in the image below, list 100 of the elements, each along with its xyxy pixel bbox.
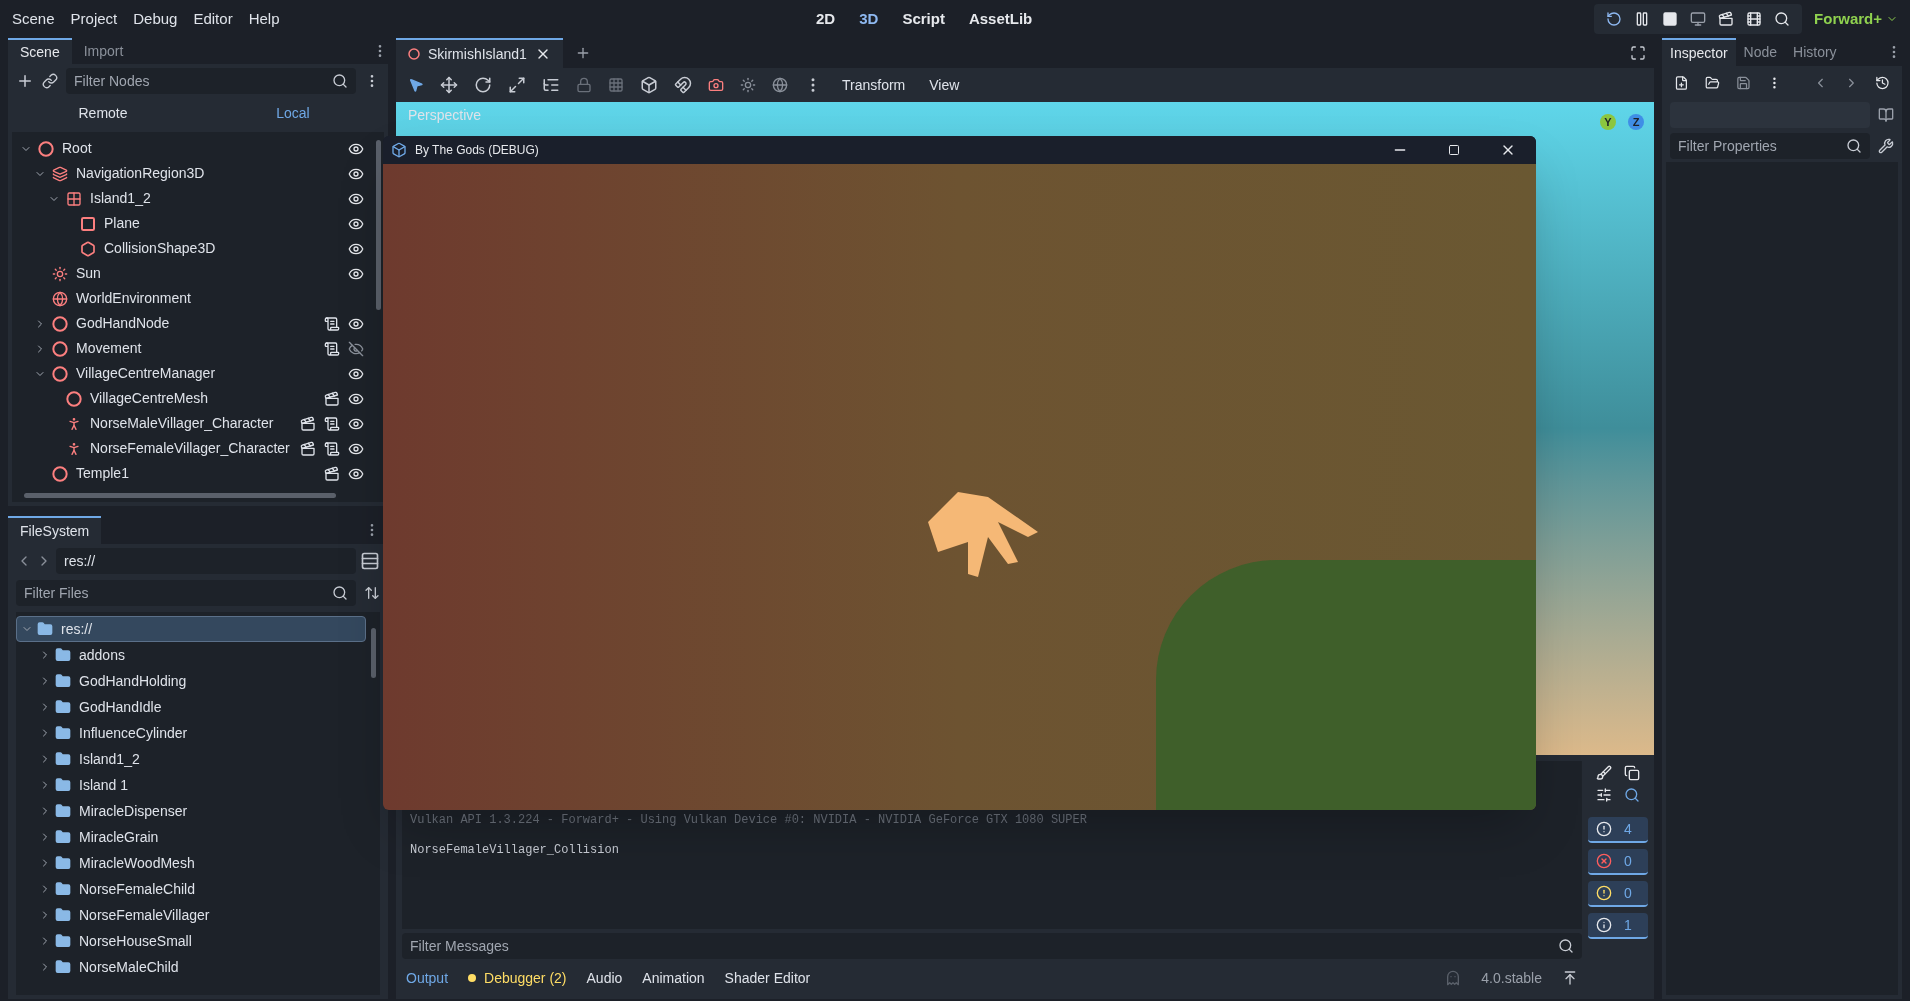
log-filter-button[interactable]: 1 — [1588, 913, 1648, 939]
local-space-icon[interactable] — [640, 76, 658, 94]
stop-icon[interactable] — [1662, 11, 1679, 27]
file-tree-item[interactable]: Island1_2 — [16, 746, 366, 772]
camera-icon[interactable] — [708, 77, 724, 93]
mode-tab[interactable]: Remote — [8, 102, 198, 124]
open-folder-icon[interactable] — [1704, 75, 1720, 91]
file-tree-item[interactable]: MiracleDispenser — [16, 798, 366, 824]
workspace-button[interactable]: Script — [898, 7, 949, 31]
node-label[interactable]: Movement — [76, 338, 142, 359]
menu-item[interactable]: Project — [70, 7, 118, 31]
file-tree-item[interactable]: InfluenceCylinder — [16, 720, 366, 746]
bottom-panel-tab[interactable]: Output — [406, 967, 449, 989]
axis-gizmo-handle[interactable]: Y — [1600, 114, 1616, 130]
scene-instance-icon[interactable] — [324, 465, 340, 482]
node-label[interactable]: VillageCentreMesh — [90, 388, 209, 409]
file-tree-item[interactable]: NorseHouseSmall — [16, 928, 366, 954]
play-scene-icon[interactable] — [1718, 11, 1735, 27]
file-tree-item[interactable]: addons — [16, 642, 366, 668]
file-tree-item[interactable]: NorseMaleChild — [16, 954, 366, 980]
workspace-button[interactable]: 2D — [812, 7, 840, 31]
sun-preview-icon[interactable] — [740, 77, 756, 93]
file-tree-item[interactable]: NorseFemaleVillager — [16, 902, 366, 928]
scrollbar[interactable] — [376, 140, 381, 310]
log-filter-button[interactable]: 4 — [1588, 817, 1648, 843]
node-label[interactable]: Temple1 — [76, 463, 129, 484]
scrollbar[interactable] — [24, 493, 336, 498]
mode-tab[interactable]: Local — [198, 102, 388, 124]
node-label[interactable]: WorldEnvironment — [76, 288, 191, 309]
bottom-panel-tab[interactable]: Shader Editor — [724, 967, 811, 989]
dock-tab[interactable]: Node — [1735, 38, 1786, 66]
tools-icon[interactable] — [1878, 138, 1894, 154]
file-tree-item[interactable]: MiracleWoodMesh — [16, 850, 366, 876]
maximize-icon[interactable] — [1448, 144, 1460, 156]
node-label[interactable]: VillageCentreManager — [76, 363, 216, 384]
new-resource-icon[interactable] — [1674, 75, 1689, 91]
documentation-icon[interactable] — [1878, 107, 1894, 123]
copy-icon[interactable] — [1624, 765, 1640, 781]
renderer-selector[interactable]: Forward+ — [1814, 7, 1882, 31]
bottom-panel-tab[interactable]: Audio — [586, 967, 623, 989]
script-icon[interactable] — [324, 315, 340, 332]
fullscreen-icon[interactable] — [1630, 45, 1646, 61]
file-tree-item[interactable]: Island 1 — [16, 772, 366, 798]
environment-preview-icon[interactable] — [772, 77, 788, 93]
select-tool-icon[interactable] — [408, 77, 424, 93]
filter-field[interactable]: Filter Properties — [1670, 133, 1870, 159]
node-label[interactable]: Plane — [104, 213, 140, 234]
script-icon[interactable] — [324, 340, 340, 357]
dock-tab[interactable]: Import — [71, 38, 136, 64]
node-label[interactable]: GodHandNode — [76, 313, 170, 334]
path-field[interactable]: res:// — [56, 548, 356, 574]
workspace-button[interactable]: 3D — [855, 7, 883, 31]
log-filter-button[interactable]: 0 — [1588, 849, 1648, 875]
filter-field[interactable]: Filter Messages — [402, 933, 1582, 959]
add-node-icon[interactable] — [16, 72, 34, 90]
list-select-icon[interactable] — [542, 76, 560, 94]
remote-debug-icon[interactable] — [1690, 11, 1707, 27]
scene-instance-icon[interactable] — [300, 440, 316, 457]
hidden-visibility-icon[interactable] — [348, 340, 364, 357]
node-label[interactable]: NorseMaleVillager_Character — [90, 413, 274, 434]
filter-field[interactable]: Filter Nodes — [66, 68, 356, 94]
expand-panel-icon[interactable] — [1562, 970, 1578, 986]
node-label[interactable]: Sun — [76, 263, 101, 284]
collapse-icon[interactable] — [1596, 787, 1612, 803]
node-label[interactable]: Island1_2 — [90, 188, 151, 209]
rotate-tool-icon[interactable] — [474, 76, 492, 94]
scrollbar[interactable] — [371, 628, 376, 678]
script-icon[interactable] — [324, 415, 340, 432]
axis-gizmo-handle[interactable]: Z — [1628, 114, 1644, 130]
file-tree-item[interactable]: GodHandIdle — [16, 694, 366, 720]
dock-tab[interactable]: Inspector — [1662, 38, 1736, 66]
node-label[interactable]: NorseFemaleVillager_Character — [90, 438, 290, 459]
search-icon[interactable] — [1624, 787, 1640, 803]
node-label[interactable]: CollisionShape3D — [104, 238, 216, 259]
file-tree-item[interactable]: res:// — [16, 616, 366, 642]
menu-item[interactable]: Debug — [133, 7, 178, 31]
lock-icon[interactable] — [576, 77, 592, 93]
node-label[interactable]: NavigationRegion3D — [76, 163, 205, 184]
snap-icon[interactable] — [674, 76, 692, 94]
toolbar-menu[interactable]: View — [925, 74, 964, 96]
bottom-panel-tab[interactable]: Animation — [642, 967, 705, 989]
view-mode-icon[interactable] — [360, 551, 380, 571]
workspace-button[interactable]: AssetLib — [964, 7, 1037, 31]
move-tool-icon[interactable] — [440, 76, 458, 94]
dock-tab[interactable]: History — [1785, 38, 1845, 66]
clear-icon[interactable] — [1596, 765, 1612, 781]
toolbar-menu[interactable]: Transform — [838, 74, 910, 96]
sort-icon[interactable] — [364, 585, 380, 601]
menu-item[interactable]: Editor — [193, 7, 233, 31]
history-icon[interactable] — [1875, 75, 1890, 91]
scale-tool-icon[interactable] — [508, 76, 526, 94]
dock-tab[interactable]: Scene — [8, 38, 72, 64]
editor-document-tab[interactable]: SkirmishIsland1 — [396, 38, 563, 68]
save-icon[interactable] — [1735, 75, 1751, 91]
log-filter-button[interactable]: 0 — [1588, 881, 1648, 907]
menu-item[interactable]: Scene — [12, 7, 55, 31]
reload-icon[interactable] — [1606, 11, 1623, 27]
file-tree-item[interactable]: MiracleGrain — [16, 824, 366, 850]
file-tree-item[interactable]: GodHandHolding — [16, 668, 366, 694]
link-icon[interactable] — [42, 73, 58, 89]
